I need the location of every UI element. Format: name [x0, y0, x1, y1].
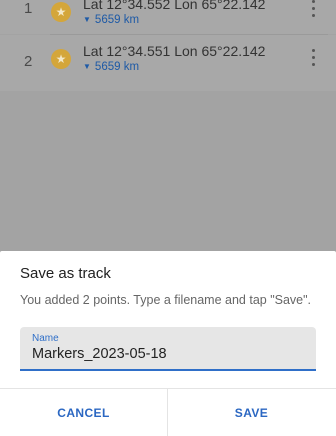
star-icon: ★	[51, 49, 71, 69]
filename-input[interactable]	[32, 346, 302, 362]
cancel-button[interactable]: CANCEL	[0, 389, 167, 436]
save-button[interactable]: SAVE	[168, 389, 335, 436]
filename-field[interactable]: Name	[20, 327, 316, 371]
more-options-icon[interactable]	[312, 0, 316, 20]
marker-distance-value: 5659 km	[94, 61, 140, 73]
marker-index: 2	[24, 53, 33, 70]
star-icon: ★	[51, 2, 71, 22]
marker-distance: ▼ 5659 km	[83, 14, 139, 26]
dialog-message: You added 2 points. Type a filename and …	[20, 293, 312, 307]
more-options-icon[interactable]	[312, 49, 316, 69]
save-track-dialog: Save as track You added 2 points. Type a…	[0, 251, 336, 436]
filename-field-label: Name	[32, 333, 59, 344]
marker-row[interactable]: 1 ★ Lat 12°34.552 Lon 65°22.142 ▼ 5659 km	[0, 0, 336, 35]
direction-arrow-icon: ▼	[83, 15, 91, 24]
marker-distance: ▼ 5659 km	[83, 61, 139, 73]
direction-arrow-icon: ▼	[83, 62, 91, 71]
marker-coordinates: Lat 12°34.551 Lon 65°22.142	[83, 43, 266, 59]
marker-coordinates: Lat 12°34.552 Lon 65°22.142	[83, 0, 266, 12]
marker-distance-value: 5659 km	[94, 14, 140, 26]
screen: 1 ★ Lat 12°34.552 Lon 65°22.142 ▼ 5659 km…	[0, 0, 336, 436]
marker-index: 1	[24, 0, 33, 17]
marker-row[interactable]: 2 ★ Lat 12°34.551 Lon 65°22.142 ▼ 5659 km	[0, 35, 336, 91]
dialog-title: Save as track	[20, 265, 111, 282]
dialog-actions: CANCEL SAVE	[0, 388, 336, 436]
